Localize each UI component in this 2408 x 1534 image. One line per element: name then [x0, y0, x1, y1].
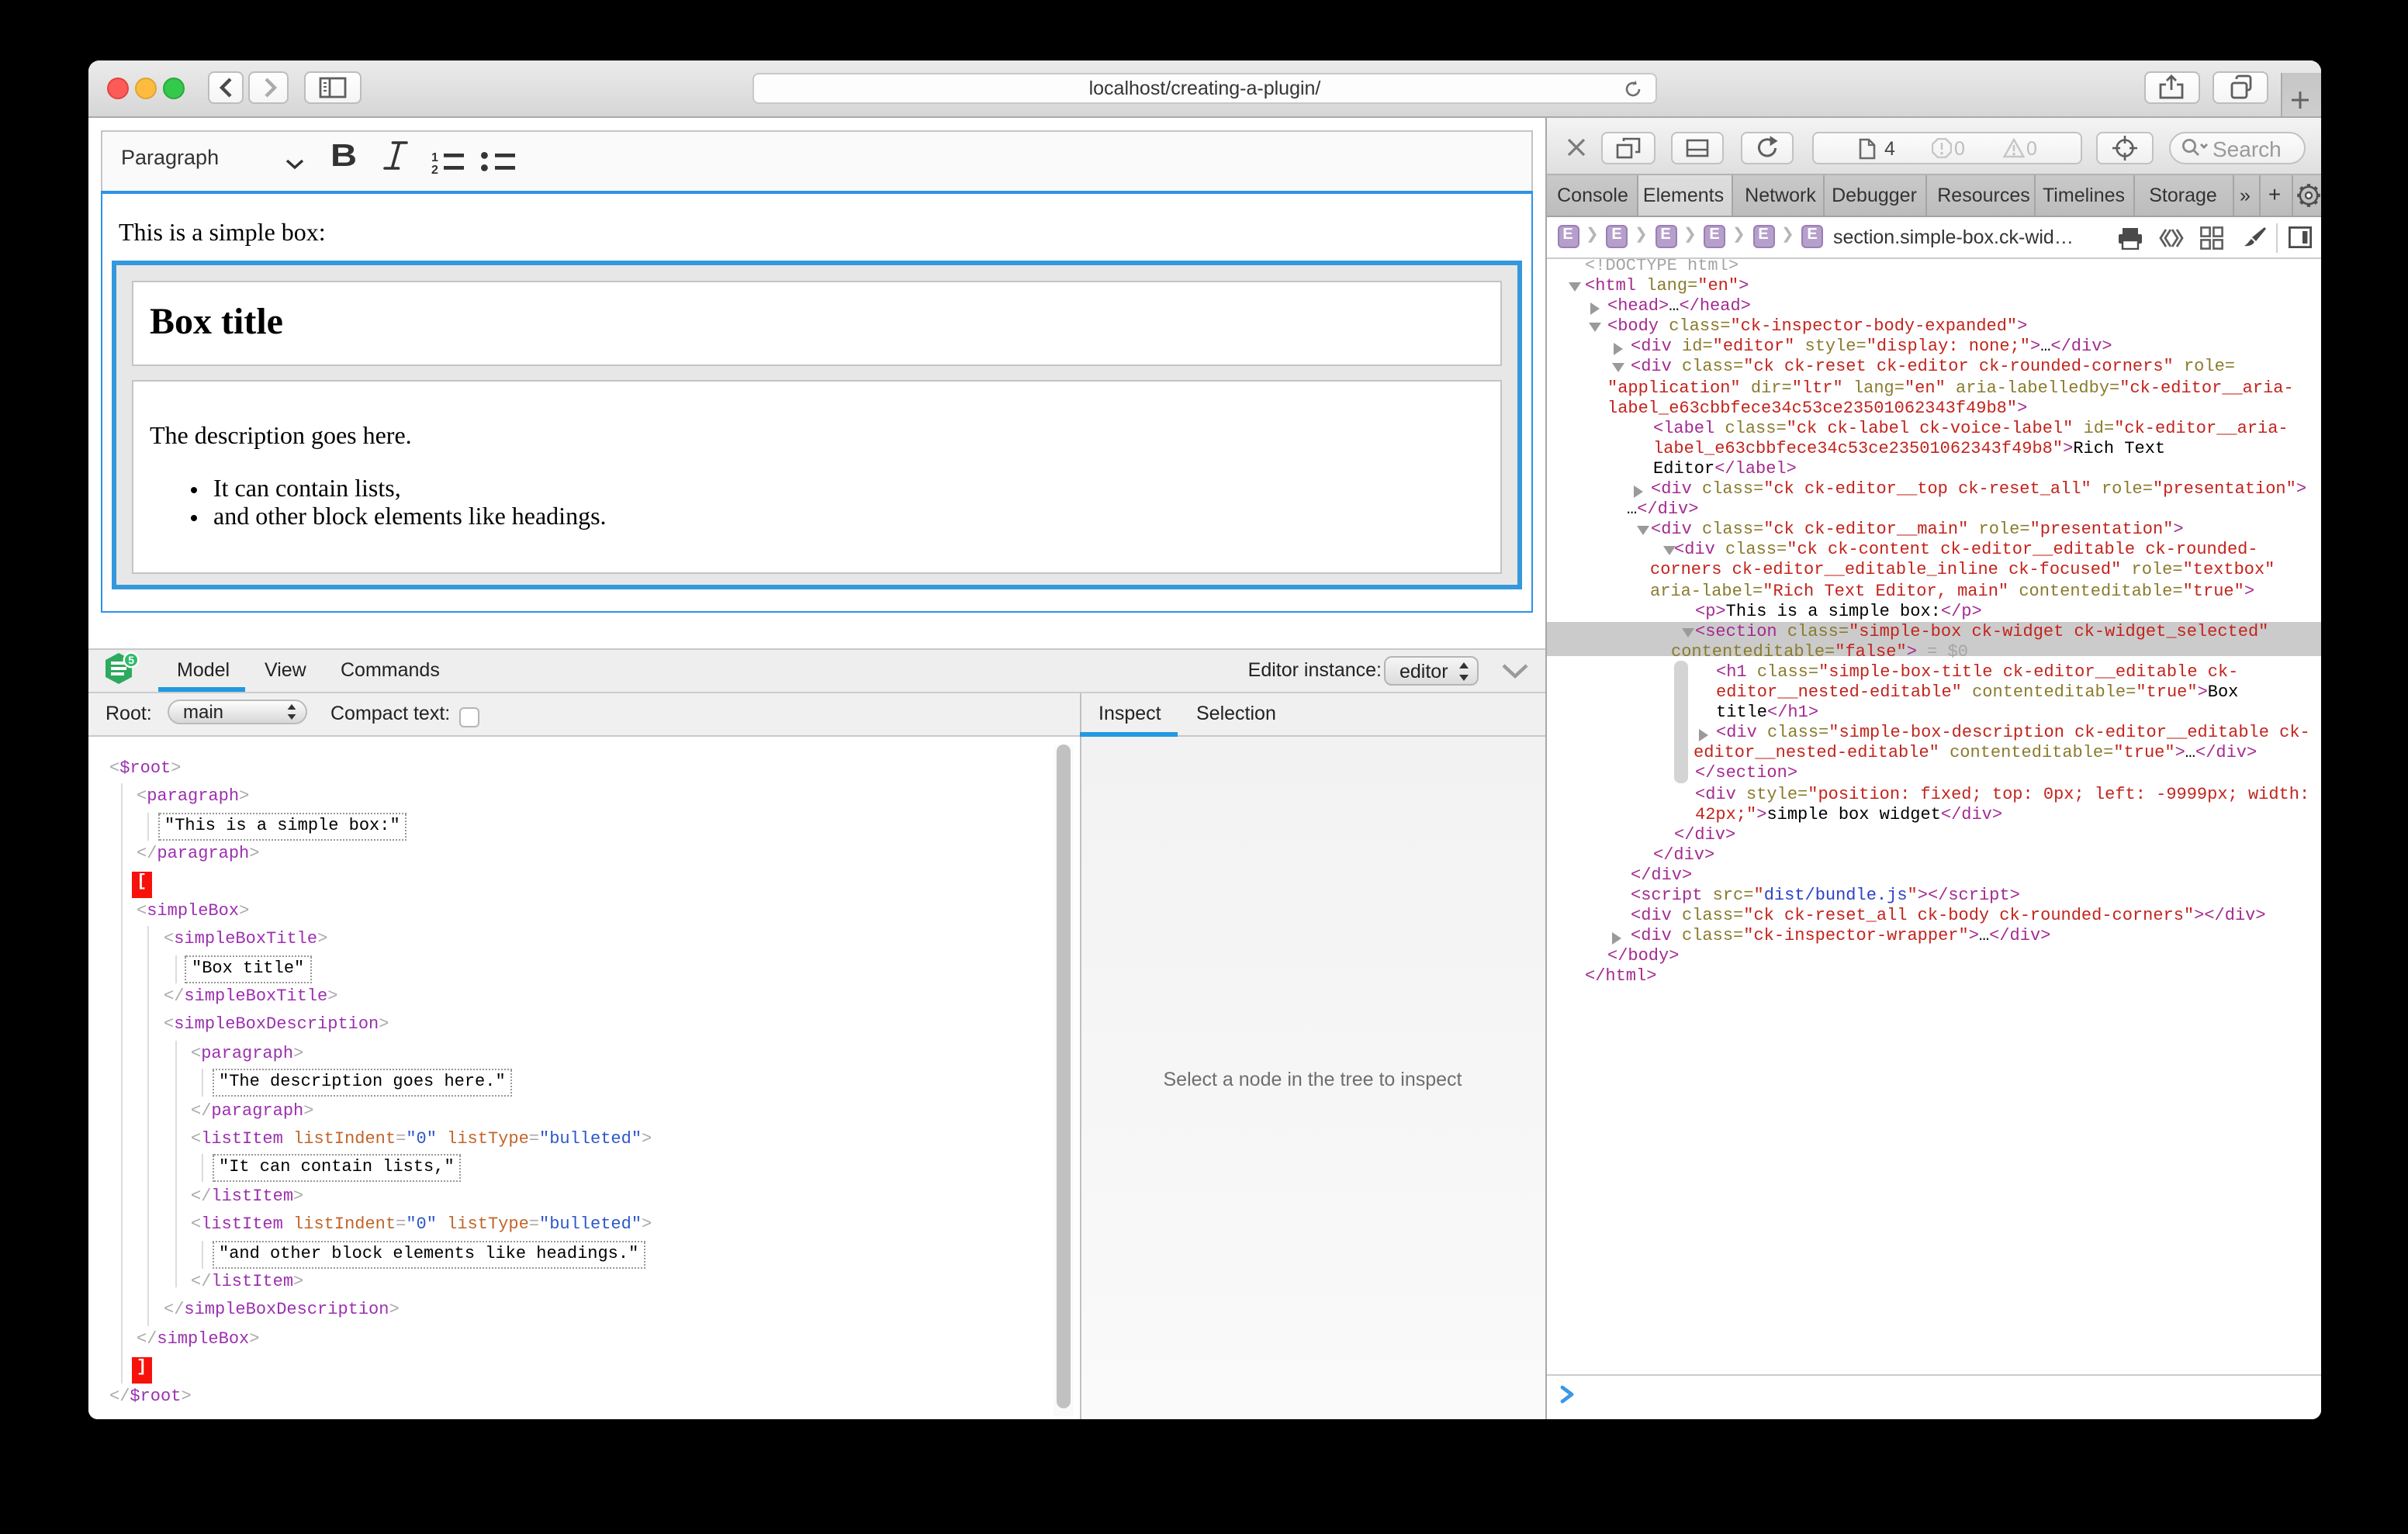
svg-text:5: 5 — [127, 653, 133, 665]
svg-text:1: 1 — [431, 151, 438, 164]
svg-text:2: 2 — [431, 164, 438, 174]
